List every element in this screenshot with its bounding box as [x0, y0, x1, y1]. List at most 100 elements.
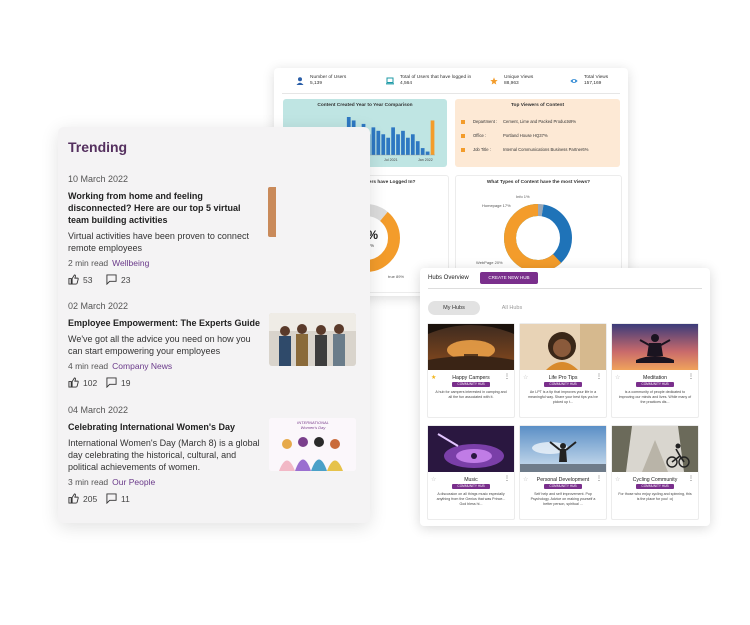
yoy-bar [386, 137, 391, 155]
article-meta: 2 min read Wellbeing [68, 258, 263, 268]
x-tick-label: Jan 2022 [418, 158, 433, 162]
top-viewers-title: Top Viewers of Content [510, 103, 565, 108]
article-meta: 4 min read Company News [68, 361, 263, 371]
hub-image [520, 324, 606, 370]
community-hub-badge: COMMUNITY HUB [452, 484, 490, 489]
like-count: 53 [83, 275, 93, 285]
community-hub-badge: COMMUNITY HUB [544, 484, 582, 489]
hub-card-happy-campers[interactable]: ★ Happy Campers COMMUNITY HUB A hub for … [427, 323, 515, 418]
star-icon [490, 77, 498, 85]
hub-card-personal-development[interactable]: ☆ Personal Development COMMUNITY HUB Sel… [519, 425, 607, 520]
hub-name: Music [464, 477, 478, 483]
article-summary: International Women's Day (March 8) is a… [68, 438, 260, 472]
article-summary: Virtual activities have been proven to c… [68, 231, 249, 253]
article-category-link[interactable]: Our People [112, 477, 155, 487]
hub-description: A hub for campers interested in camping … [435, 390, 507, 399]
comment-count: 23 [121, 275, 131, 285]
eye-icon [570, 79, 578, 83]
more-options-icon[interactable]: ⋮ [504, 373, 510, 380]
hub-name: Personal Development [536, 477, 590, 483]
comment-icon[interactable] [106, 493, 117, 504]
tab-all-hubs[interactable]: All Hubs [486, 301, 538, 315]
create-new-hub-button[interactable]: CREATE NEW HUB [480, 272, 538, 284]
hub-card-music[interactable]: ☆ Music COMMUNITY HUB A discussion on al… [427, 425, 515, 520]
hub-card-cycling-community[interactable]: ☆ Cycling Community COMMUNITY HUB For th… [611, 425, 699, 520]
hub-image [428, 426, 514, 472]
hub-card-life-pro-tips[interactable]: ☆ Life Pro Tips COMMUNITY HUB An LPT is … [519, 323, 607, 418]
article-summary: We've got all the advice you need on how… [68, 334, 251, 356]
article-date: 04 March 2022 [68, 405, 129, 415]
article-headline[interactable]: Employee Empowerment: The Experts Guide [68, 317, 263, 329]
hub-description: A discussion on all things music especia… [436, 492, 506, 506]
hub-name: Cycling Community [632, 477, 678, 483]
laptop-icon [386, 77, 394, 85]
article-3[interactable]: 04 March 2022 Celebrating International … [68, 405, 263, 506]
trending-title: Trending [68, 139, 128, 155]
article-1[interactable]: 10 March 2022 Working from home and feel… [68, 174, 263, 287]
hub-description: is a community of people dedicated to im… [618, 390, 692, 404]
article-headline[interactable]: Working from home and feeling disconnect… [68, 190, 263, 226]
article-counts: 53 23 [68, 274, 263, 287]
stat-value: 4,564 [400, 81, 413, 86]
yoy-bar [376, 130, 381, 155]
community-hub-badge: COMMUNITY HUB [544, 382, 582, 387]
hub-description: Self help and self improvement. Pop Psyc… [530, 492, 596, 506]
comment-count: 19 [121, 378, 131, 388]
stats-bar: Number of Users 5,139 Total of Users that… [282, 71, 620, 94]
user-icon [296, 77, 304, 85]
like-count: 205 [83, 494, 98, 504]
thumbs-up-icon[interactable] [68, 274, 79, 285]
article-date: 10 March 2022 [68, 174, 129, 184]
trending-card: Trending 10 March 2022 Working from home… [58, 127, 370, 523]
article-counts: 205 11 [68, 493, 263, 506]
article-2-thumbnail[interactable] [269, 313, 356, 366]
read-time: 3 min read [68, 477, 109, 487]
yoy-bar [406, 137, 410, 155]
hub-description: An LPT is a tip that improves your life … [528, 390, 598, 404]
hub-description: For those who enjoy cycling and spinning… [618, 492, 692, 501]
stat-value: 88,963 [504, 81, 519, 86]
article-counts: 102 19 [68, 377, 263, 390]
more-options-icon[interactable]: ⋮ [688, 373, 694, 380]
hubs-overview-card: Hubs Overview CREATE NEW HUB My Hubs All… [420, 268, 710, 526]
hub-image [612, 426, 698, 472]
yoy-bar [396, 134, 400, 155]
x-tick-label: Jul 2021 [384, 158, 398, 162]
yoy-bar [420, 148, 425, 155]
top-viewers-panel: Top Viewers of Content Department : Cemen… [455, 99, 620, 167]
yoy-bar [401, 130, 405, 155]
community-hub-badge: COMMUNITY HUB [636, 484, 674, 489]
hub-image [428, 324, 514, 370]
comment-icon[interactable] [106, 274, 117, 285]
hub-name: Happy Campers [452, 375, 490, 381]
yoy-bar [381, 134, 386, 155]
comment-icon[interactable] [106, 377, 117, 388]
article-category-link[interactable]: Company News [112, 361, 172, 371]
iwd-logo-text: INTERNATIONAL Women's Day [297, 420, 329, 430]
hub-card-meditation[interactable]: ☆ Meditation COMMUNITY HUB is a communit… [611, 323, 699, 418]
more-options-icon[interactable]: ⋮ [688, 475, 694, 482]
stat-value: 5,139 [310, 81, 323, 86]
homepage-label: Homepage 17% [482, 203, 511, 208]
article-3-thumbnail[interactable]: INTERNATIONAL Women's Day [269, 418, 356, 471]
yoy-bar [391, 127, 395, 155]
hub-image [612, 324, 698, 370]
tab-my-hubs[interactable]: My Hubs [428, 301, 480, 315]
more-options-icon[interactable]: ⋮ [504, 475, 510, 482]
article-headline[interactable]: Celebrating International Women's Day [68, 421, 263, 433]
article-2[interactable]: 02 March 2022 Employee Empowerment: The … [68, 301, 263, 390]
article-meta: 3 min read Our People [68, 477, 263, 487]
read-time: 4 min read [68, 361, 109, 371]
thumbs-up-icon[interactable] [68, 493, 79, 504]
hub-name: Life Pro Tips [548, 375, 578, 381]
comment-count: 11 [121, 494, 130, 504]
more-options-icon[interactable]: ⋮ [596, 475, 602, 482]
yoy-bar [425, 151, 430, 155]
article-category-link[interactable]: Wellbeing [112, 258, 149, 268]
thumbs-up-icon[interactable] [68, 377, 79, 388]
true-label: true 89% [388, 274, 405, 279]
more-options-icon[interactable]: ⋮ [596, 373, 602, 380]
hub-name: Meditation [643, 375, 667, 381]
hubs-title: Hubs Overview [428, 275, 469, 281]
article-1-thumbnail[interactable] [268, 187, 276, 237]
